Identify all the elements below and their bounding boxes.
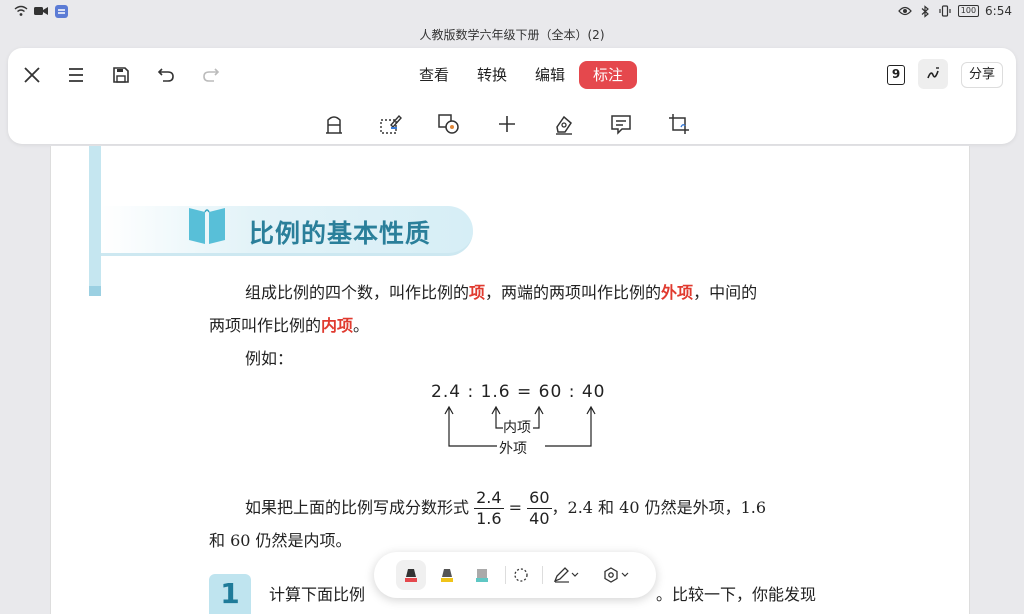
close-icon[interactable] [18, 61, 46, 89]
text-select-icon[interactable] [320, 110, 348, 138]
app-icon [54, 4, 68, 18]
signature-icon[interactable] [550, 110, 578, 138]
term-item: 项 [469, 283, 486, 302]
page-edge-stripe [89, 146, 101, 296]
save-icon[interactable] [107, 61, 135, 89]
term-outer: 外项 [661, 283, 694, 302]
text-span: 如果把上面的比例写成分数形式 [245, 498, 470, 517]
paragraph-4: 和 60 仍然是内项。 [209, 531, 352, 550]
term-inner: 内项 [321, 316, 354, 335]
outer-term-label: 外项 [499, 441, 527, 457]
share-button[interactable]: 分享 [961, 62, 1003, 88]
fraction-1: 2.4 1.6 [474, 488, 504, 529]
pen-settings-dropdown[interactable] [548, 560, 584, 590]
fraction-denominator: 40 [529, 509, 550, 528]
wifi-icon [14, 4, 28, 18]
tab-view[interactable]: 查看 [405, 61, 463, 89]
shape-tool-icon[interactable] [435, 110, 463, 138]
pen-red-tool[interactable] [396, 560, 426, 590]
vibrate-icon [938, 4, 952, 18]
battery-indicator: 100 [957, 5, 980, 17]
exercise-number-badge: 1 [209, 574, 251, 614]
section-title: 比例的基本性质 [249, 219, 432, 248]
highlighter-yellow-tool[interactable] [432, 560, 462, 590]
teal-marker-icon [476, 569, 488, 582]
mode-tabs: 查看 转换 编辑 标注 [405, 61, 638, 89]
fraction-numerator: 2.4 [474, 488, 504, 509]
lasso-tool[interactable] [506, 560, 536, 590]
settings-chevron-icon [604, 567, 629, 583]
proportion-formula: 2.4 : 1.6 = 60 : 40 [431, 382, 606, 402]
text-span: ，2.4 和 40 仍然是外项，1.6 [551, 498, 767, 517]
text-span: 组成比例的四个数，叫作比例的 [245, 283, 470, 302]
exercise-text: 计算下面比例 [269, 585, 366, 604]
page-edge-mark [89, 286, 101, 296]
tab-edit[interactable]: 编辑 [521, 61, 579, 89]
paragraph-3: 如果把上面的比例写成分数形式 2.4 1.6 = 60 40 ，2.4 和 40 仍然… [245, 488, 766, 529]
lasso-icon [514, 568, 528, 582]
undo-icon[interactable] [152, 61, 180, 89]
yellow-highlighter-icon [441, 569, 453, 582]
redo-icon[interactable] [197, 61, 225, 89]
page-count-badge[interactable]: 9 [887, 65, 905, 85]
paragraph-2: 两项叫作比例的内项。 [209, 309, 369, 343]
annotation-tools-row [8, 110, 1016, 138]
red-pen-icon [405, 569, 417, 582]
document-title: 人教版数学六年级下册（全本）(2) [419, 28, 605, 42]
divider [542, 566, 543, 584]
inner-term-label: 内项 [503, 420, 531, 436]
crop-icon[interactable] [665, 110, 693, 138]
status-right: 100 6:54 [897, 4, 1012, 18]
example-label: 例如： [245, 349, 294, 368]
top-toolbar: 查看 转换 编辑 标注 9 分享 [8, 48, 1016, 144]
document-page: 比例的基本性质 组成比例的四个数，叫作比例的项，两端的两项叫作比例的外项，中间的… [50, 146, 970, 614]
floating-annotation-bar [374, 552, 656, 598]
menu-icon[interactable] [62, 61, 90, 89]
equals-sign: = [508, 498, 523, 517]
tab-annotate[interactable]: 标注 [579, 61, 638, 89]
comment-icon[interactable] [607, 110, 635, 138]
fraction-numerator: 60 [527, 488, 552, 509]
paragraph-1: 组成比例的四个数，叫作比例的项，两端的两项叫作比例的外项，中间的 [245, 276, 757, 310]
video-icon [34, 4, 48, 18]
text-span: ，中间的 [693, 283, 758, 302]
status-bar: 100 6:54 [0, 0, 1024, 24]
text-span: 。 [353, 316, 370, 335]
fraction-2: 60 40 [527, 488, 552, 529]
text-span: 两项叫作比例的 [209, 316, 322, 335]
pen-mode-button[interactable] [918, 59, 948, 89]
eye-icon [897, 4, 912, 18]
exercise-text-end: 。比较一下，你能发现 [656, 585, 817, 604]
bluetooth-icon [918, 4, 932, 18]
view-settings-dropdown[interactable] [598, 560, 634, 590]
fraction-denominator: 1.6 [476, 509, 502, 528]
add-icon[interactable] [493, 110, 521, 138]
clock: 6:54 [985, 4, 1012, 18]
handwriting-icon [927, 67, 939, 79]
area-highlight-icon[interactable] [377, 110, 405, 138]
tab-convert[interactable]: 转换 [463, 61, 521, 89]
pen-chevron-icon [553, 567, 579, 583]
marker-teal-tool[interactable] [467, 560, 497, 590]
status-left [14, 4, 68, 18]
book-icon [187, 200, 227, 250]
text-span: ，两端的两项叫作比例的 [485, 283, 662, 302]
